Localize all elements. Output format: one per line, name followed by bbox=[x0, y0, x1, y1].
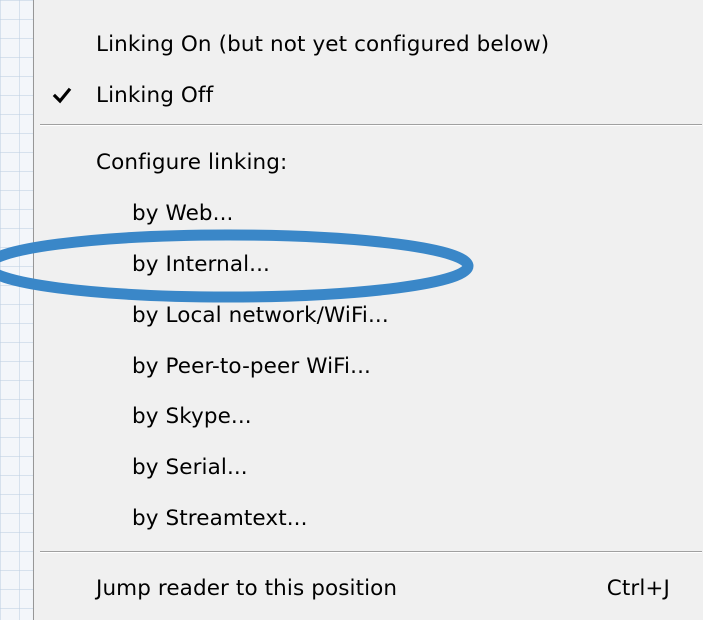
context-menu: Linking On (but not yet configured below… bbox=[33, 0, 703, 620]
menu-item-label: by Web... bbox=[132, 200, 234, 226]
menu-item-by-skype[interactable]: by Skype... bbox=[34, 391, 703, 441]
menu-item-shortcut: Ctrl+J bbox=[606, 575, 670, 601]
menu-item-label: Configure linking: bbox=[96, 149, 288, 175]
menu-header-configure-linking[interactable]: Configure linking: bbox=[34, 137, 703, 187]
menu-item-linking-on[interactable]: Linking On (but not yet configured below… bbox=[34, 19, 703, 69]
menu-separator bbox=[40, 124, 702, 126]
checkmark-icon bbox=[52, 87, 72, 104]
menu-item-label: Linking On (but not yet configured below… bbox=[96, 31, 550, 57]
menu-item-jump-reader[interactable]: Jump reader to this position Ctrl+J bbox=[34, 563, 703, 613]
menu-separator bbox=[40, 551, 702, 553]
menu-item-by-streamtext[interactable]: by Streamtext... bbox=[34, 493, 703, 543]
menu-item-label: by Serial... bbox=[132, 454, 248, 480]
menu-item-by-internal[interactable]: by Internal... bbox=[34, 239, 703, 289]
menu-item-linking-off[interactable]: Linking Off bbox=[34, 70, 703, 120]
menu-item-label: by Peer-to-peer WiFi... bbox=[132, 353, 371, 379]
menu-item-label: Jump reader to this position bbox=[96, 575, 398, 601]
menu-item-by-peer-to-peer[interactable]: by Peer-to-peer WiFi... bbox=[34, 341, 703, 391]
menu-item-label: Linking Off bbox=[96, 82, 214, 108]
menu-item-label: by Local network/WiFi... bbox=[132, 302, 389, 328]
menu-item-by-web[interactable]: by Web... bbox=[34, 188, 703, 238]
menu-item-label: by Streamtext... bbox=[132, 505, 308, 531]
menu-item-label: by Internal... bbox=[132, 251, 270, 277]
menu-item-by-local-network[interactable]: by Local network/WiFi... bbox=[34, 290, 703, 340]
menu-item-by-serial[interactable]: by Serial... bbox=[34, 442, 703, 492]
menu-item-label: by Skype... bbox=[132, 403, 252, 429]
